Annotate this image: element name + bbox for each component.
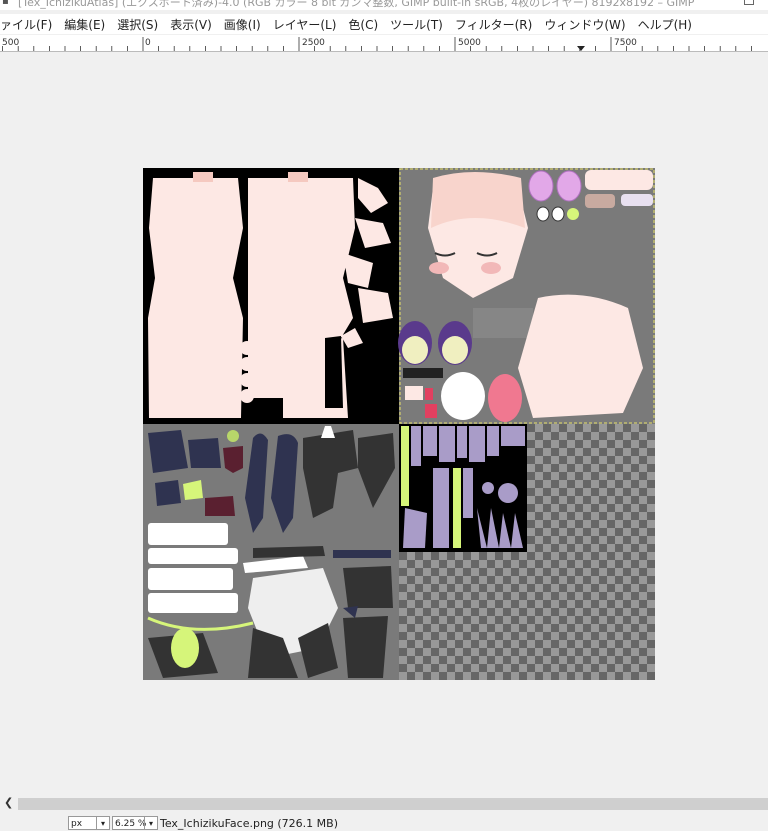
menu-colors[interactable]: 色(C) — [342, 16, 384, 33]
chevron-down-icon: ▾ — [144, 817, 157, 829]
window-title: [Tex_IchizikuAtlas] (エクスポート済み)-4.0 (RGB … — [18, 0, 695, 9]
accessory-texture-quadrant — [399, 424, 655, 680]
unit-selector[interactable]: px ▾ — [68, 816, 110, 830]
menu-edit[interactable]: 編集(E) — [58, 16, 111, 33]
title-bar: ▪ [Tex_IchizikuAtlas] (エクスポート済み)-4.0 (RG… — [0, 0, 768, 10]
status-info: Tex_IchizikuFace.png (726.1 MB) — [160, 817, 338, 830]
zoom-selector[interactable]: 6.25 % ▾ — [112, 816, 158, 830]
face-texture-quadrant — [398, 168, 655, 424]
ruler-label-7500: 7500 — [614, 38, 637, 48]
menu-help[interactable]: ヘルプ(H) — [632, 16, 698, 33]
menu-bar: ァイル(F) 編集(E) 選択(S) 表示(V) 画像(I) レイヤー(L) 色… — [0, 14, 768, 34]
ruler-pointer-icon — [577, 46, 585, 51]
clothes-texture-quadrant — [143, 424, 399, 680]
maximize-icon[interactable] — [744, 0, 754, 5]
ruler-label-neg500: 500 — [2, 38, 19, 48]
scrollbar-track[interactable] — [18, 798, 768, 810]
horizontal-ruler[interactable]: 500 0 2500 5000 7500 — [0, 35, 768, 52]
status-bar: px ▾ 6.25 % ▾ Tex_IchizikuFace.png (726.… — [0, 814, 768, 830]
menu-select[interactable]: 選択(S) — [111, 16, 164, 33]
ruler-ticks: 500 0 2500 5000 7500 — [2, 37, 752, 51]
texture-atlas-image[interactable] — [143, 168, 655, 680]
menu-layer[interactable]: レイヤー(L) — [267, 16, 343, 33]
gimp-app-icon: ▪ — [2, 0, 9, 7]
menu-view[interactable]: 表示(V) — [164, 16, 218, 33]
scroll-left-icon[interactable]: ❮ — [4, 796, 13, 809]
zoom-value: 6.25 % — [115, 819, 147, 829]
unit-value: px — [71, 819, 83, 829]
menu-tools[interactable]: ツール(T) — [384, 16, 449, 33]
menu-windows[interactable]: ウィンドウ(W) — [538, 16, 631, 33]
chevron-down-icon: ▾ — [96, 817, 109, 829]
image-canvas[interactable] — [0, 52, 768, 795]
menu-filters[interactable]: フィルター(R) — [449, 16, 538, 33]
body-texture-quadrant — [143, 168, 399, 424]
menu-image[interactable]: 画像(I) — [218, 16, 267, 33]
horizontal-scrollbar[interactable]: ❮ — [0, 796, 768, 812]
menu-file[interactable]: ァイル(F) — [0, 16, 58, 33]
ruler-label-0: 0 — [145, 38, 151, 48]
ruler-label-5000: 5000 — [458, 38, 481, 48]
ruler-label-2500: 2500 — [302, 38, 325, 48]
